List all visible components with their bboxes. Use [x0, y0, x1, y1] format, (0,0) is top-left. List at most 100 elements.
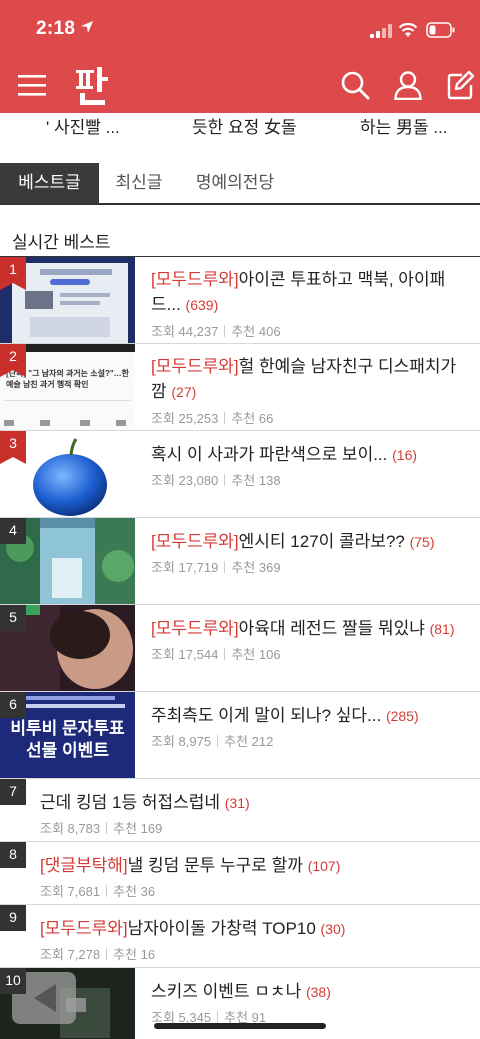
post-meta: 조회 7,681 추천 36 [40, 881, 155, 900]
recommend-count: 406 [258, 324, 281, 339]
tab-latest[interactable]: 최신글 [99, 163, 179, 203]
post-row[interactable]: 비투비 문자투표 선물 이벤트 6 주최측도 이게 말이 되나? 싶다... (2… [0, 692, 480, 779]
post-title-text: 주최측도 이게 말이 되나? 싶다... [151, 706, 382, 725]
post-title: 주최측도 이게 말이 되나? 싶다... (285) [151, 703, 471, 729]
post-row[interactable]: 9 [모두드루와]남자아이돌 가창력 TOP10 (30) 조회 7,278 추천… [0, 905, 480, 968]
recommend-label: 추천 [113, 821, 138, 836]
comment-count: (30) [320, 921, 346, 937]
tab-bar: 베스트글 최신글 명예의전당 [0, 163, 480, 205]
post-title-text: 근데 킹덤 1등 허접스럽네 [40, 793, 221, 812]
location-arrow-icon [81, 21, 93, 33]
post-title: [모두드루와]아이콘 투표하고 맥북, 아이패드... (639) [151, 267, 471, 318]
tab-hall-of-fame[interactable]: 명예의전당 [180, 163, 290, 203]
comment-count: (38) [305, 984, 331, 1000]
recommend-count: 66 [258, 411, 274, 426]
rank-badge: 10 [0, 968, 26, 994]
post-title-text: 남자아이돌 가창력 TOP10 [127, 919, 316, 938]
view-count: 44,237 [178, 324, 219, 339]
cellular-signal-icon [370, 24, 392, 38]
status-time: 2:18 [36, 18, 76, 39]
recommend-count: 169 [140, 821, 163, 836]
thumbnail-caption: 비투비 문자투표 선물 이벤트 [0, 718, 135, 762]
post-row[interactable]: [단독] "그 남자의 과거는 소설?"…한 예슬 남친 과거 행적 확인 2 [… [0, 344, 480, 431]
views-label: 조회 [151, 473, 175, 488]
comment-count: (639) [185, 297, 219, 313]
rank-badge: 9 [0, 905, 26, 931]
comment-count: (285) [385, 708, 419, 724]
headline-snippet[interactable]: 하는 男돌 ... [360, 113, 448, 138]
comment-count: (16) [392, 447, 418, 463]
recommend-count: 16 [140, 947, 156, 962]
rank-badge: 8 [0, 842, 26, 868]
recommend-label: 추천 [231, 473, 256, 488]
views-label: 조회 [40, 947, 64, 962]
post-row[interactable]: 4 [모두드루와]엔시티 127이 콜라보?? (75) 조회 17,719 추천… [0, 518, 480, 605]
post-title: [모두드루와]헐 한예슬 남자친구 디스패치가 깜 (27) [151, 354, 471, 405]
best-post-list: 1 [모두드루와]아이콘 투표하고 맥북, 아이패드... (639) 조회 4… [0, 257, 480, 1039]
post-meta: 조회 44,237 추천 406 [151, 321, 281, 340]
views-label: 조회 [151, 411, 175, 426]
recommend-count: 138 [258, 473, 281, 488]
view-count: 7,681 [67, 884, 101, 899]
post-tag: [모두드루와] [151, 357, 239, 376]
recommend-label: 추천 [113, 884, 138, 899]
home-indicator[interactable] [154, 1023, 326, 1029]
rank-badge: 5 [0, 605, 26, 631]
views-label: 조회 [151, 324, 175, 339]
views-label: 조회 [40, 821, 64, 836]
write-post-icon[interactable] [447, 70, 475, 100]
post-meta: 조회 7,278 추천 16 [40, 944, 155, 963]
views-label: 조회 [151, 734, 175, 749]
post-title-text: 낼 킹덤 문투 누구로 할까 [127, 856, 303, 875]
app-header: 2:18 [0, 0, 480, 113]
recommend-label: 추천 [231, 411, 256, 426]
recommend-count: 369 [258, 560, 281, 575]
view-count: 17,544 [178, 647, 219, 662]
post-row[interactable]: 3 혹시 이 사과가 파란색으로 보이... (16) 조회 23,080 추천 … [0, 431, 480, 518]
comment-count: (31) [224, 795, 250, 811]
view-count: 23,080 [178, 473, 219, 488]
section-title: 실시간 베스트 [12, 233, 111, 252]
tab-best[interactable]: 베스트글 [0, 163, 99, 203]
comment-count: (81) [429, 621, 455, 637]
post-title-text: 스키즈 이벤트 ㅁㅊ나 [151, 982, 302, 1001]
hamburger-menu-icon[interactable] [17, 72, 47, 98]
post-title: 혹시 이 사과가 파란색으로 보이... (16) [151, 442, 471, 468]
post-title-text: 엔시티 127이 콜라보?? [238, 532, 405, 551]
view-count: 8,975 [178, 734, 212, 749]
wifi-icon [398, 22, 418, 37]
pann-logo[interactable] [72, 64, 112, 108]
view-count: 25,253 [178, 411, 219, 426]
view-count: 17,719 [178, 560, 219, 575]
post-row[interactable]: 7 근데 킹덤 1등 허접스럽네 (31) 조회 8,783 추천 169 [0, 779, 480, 842]
post-tag: [모두드루와] [151, 270, 239, 289]
post-tag: [댓글부탁해] [40, 856, 128, 875]
post-title-text: 아육대 레전드 짤들 뭐있냐 [238, 619, 425, 638]
post-title: 근데 킹덤 1등 허접스럽네 (31) [40, 790, 470, 816]
post-title: 스키즈 이벤트 ㅁㅊ나 (38) [151, 979, 471, 1005]
headline-snippet[interactable]: ' 사진빨 ... [46, 113, 120, 138]
rank-badge: 6 [0, 692, 26, 718]
recommend-count: 36 [140, 884, 156, 899]
thumbnail-caption-line: 예슬 남친 과거 행적 확인 [6, 380, 89, 389]
battery-icon [426, 22, 455, 38]
rank-badge: 4 [0, 518, 26, 544]
post-title: [모두드루와]아육대 레전드 짤들 뭐있냐 (81) [151, 616, 471, 642]
post-row[interactable]: 1 [모두드루와]아이콘 투표하고 맥북, 아이패드... (639) 조회 4… [0, 257, 480, 344]
headline-snippet[interactable]: 듯한 요정 女돌 [192, 113, 297, 138]
post-title: [모두드루와]남자아이돌 가창력 TOP10 (30) [40, 916, 470, 942]
post-title: [댓글부탁해]낼 킹덤 문투 누구로 할까 (107) [40, 853, 470, 879]
recommend-label: 추천 [224, 734, 249, 749]
post-title-text: 혹시 이 사과가 파란색으로 보이... [151, 445, 388, 464]
comment-count: (75) [409, 534, 435, 550]
post-title: [모두드루와]엔시티 127이 콜라보?? (75) [151, 529, 471, 555]
post-tag: [모두드루와] [151, 532, 239, 551]
post-row[interactable]: 8 [댓글부탁해]낼 킹덤 문투 누구로 할까 (107) 조회 7,681 추천… [0, 842, 480, 905]
search-icon[interactable] [340, 70, 370, 100]
scrolled-headline-strip: ' 사진빨 ... 듯한 요정 女돌 하는 男돌 ... [0, 113, 480, 139]
post-meta: 조회 8,783 추천 169 [40, 818, 162, 837]
post-row[interactable]: 5 [모두드루와]아육대 레전드 짤들 뭐있냐 (81) 조회 17,544 추천… [0, 605, 480, 692]
post-meta: 조회 17,719 추천 369 [151, 557, 281, 576]
top-toolbar [0, 62, 480, 110]
user-profile-icon[interactable] [393, 70, 423, 100]
